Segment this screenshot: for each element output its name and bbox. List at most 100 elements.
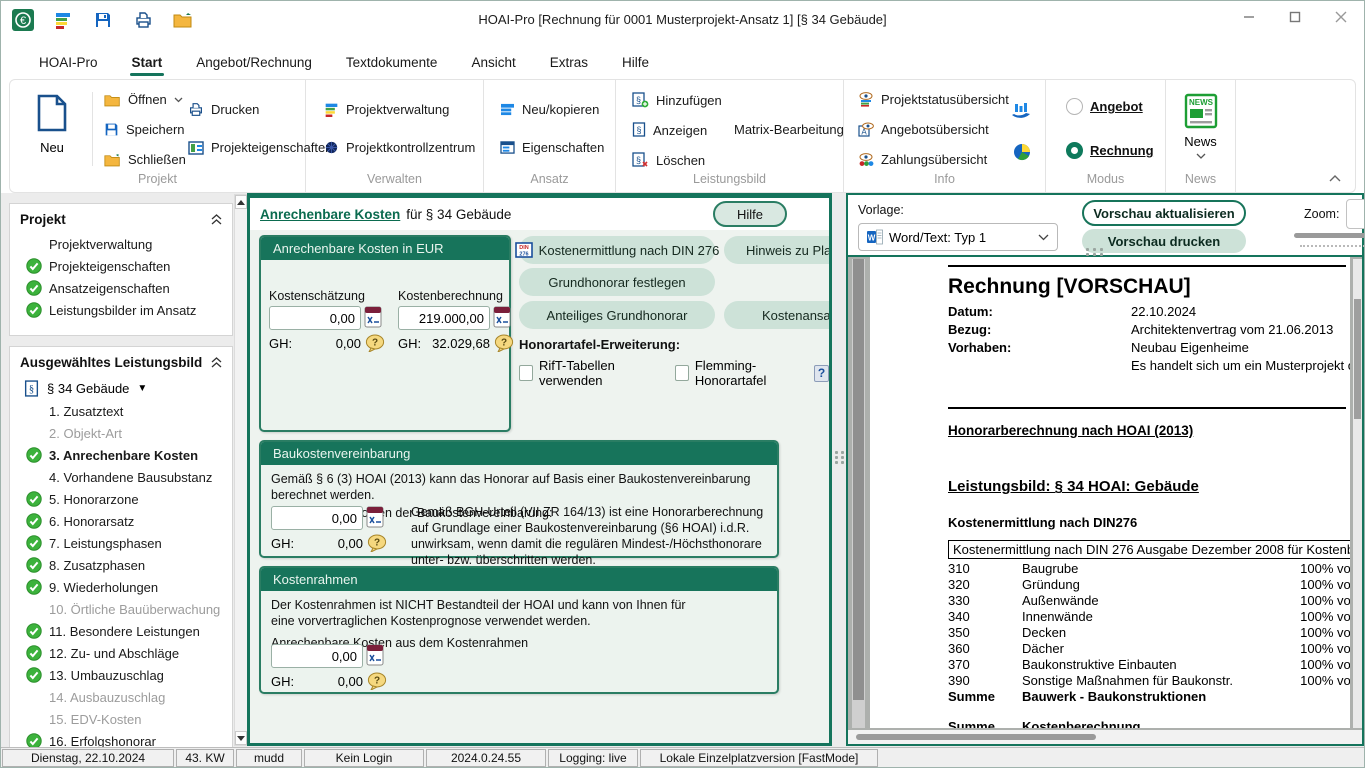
sidebar-item[interactable]: 7. Leistungsphasen — [10, 532, 232, 554]
sidebar-item[interactable]: Projektverwaltung — [10, 233, 232, 255]
calculator-icon[interactable] — [366, 506, 384, 528]
app-logo-euro-icon[interactable]: € — [11, 8, 35, 32]
main-header: Anrechenbare Kosten für § 34 Gebäude Hil… — [250, 198, 829, 230]
sidebar-item[interactable]: 8. Zusatzphasen — [10, 554, 232, 576]
new-copy-button[interactable]: Neu/kopieren — [500, 102, 599, 117]
sidebar-item[interactable]: 2. Objekt-Art — [10, 422, 232, 444]
toolbar-grip[interactable] — [1086, 248, 1105, 256]
pie-chart-icon[interactable] — [1012, 142, 1032, 162]
menu-item[interactable]: Ansicht — [457, 49, 529, 79]
grundhonorar-festlegen-button[interactable]: Grundhonorar festlegen — [519, 268, 715, 296]
ribbon-collapse-button[interactable] — [1329, 175, 1341, 182]
leistungsbild-panel-header[interactable]: Ausgewähltes Leistungsbild — [10, 347, 232, 376]
sidebar-item[interactable]: Ansatzeigenschaften — [10, 277, 232, 299]
calculator-icon[interactable] — [366, 644, 384, 666]
new-project-button[interactable]: Neu — [24, 94, 80, 155]
sidebar-item[interactable]: 12. Zu- und Abschläge — [10, 642, 232, 664]
print-button[interactable]: Drucken — [188, 102, 259, 117]
preview-vertical-scrollbar-right[interactable] — [1353, 259, 1362, 728]
bkv-input[interactable] — [271, 506, 363, 530]
print-preview-button[interactable]: Vorschau drucken — [1082, 229, 1246, 253]
sidebar-item[interactable]: 3. Anrechenbare Kosten — [10, 444, 232, 466]
sidebar-item[interactable]: 1. Zusatztext — [10, 400, 232, 422]
menu-item[interactable]: Extras — [536, 49, 602, 79]
sidebar-item[interactable]: 11. Besondere Leistungen — [10, 620, 232, 642]
menu-item[interactable]: Textdokumente — [332, 49, 452, 79]
rift-checkbox[interactable] — [519, 365, 533, 381]
collapse-double-chevron-icon[interactable] — [211, 214, 222, 225]
open-folder-icon[interactable] — [171, 8, 195, 32]
refresh-preview-button[interactable]: Vorschau aktualisieren — [1082, 200, 1246, 226]
save-icon[interactable] — [91, 8, 115, 32]
leistungsbild-root[interactable]: § § 34 Gebäude ▼ — [10, 376, 232, 400]
flemming-checkbox[interactable] — [674, 365, 689, 381]
menu-item[interactable]: Start — [118, 49, 177, 79]
payments-overview-button[interactable]: Zahlungsübersicht — [858, 152, 987, 167]
din276-button[interactable]: DIN 276 Kostenermittlung nach DIN 276 — [514, 236, 719, 264]
project-list-icon[interactable] — [51, 8, 75, 32]
kostenrahmen-input[interactable] — [271, 644, 363, 668]
panel-splitter[interactable] — [832, 193, 846, 746]
menu-item[interactable]: Hilfe — [608, 49, 663, 79]
calculator-icon[interactable] — [493, 306, 511, 328]
sidebar-scrollbar[interactable] — [234, 194, 248, 746]
sidebar-item[interactable]: Leistungsbilder im Ansatz — [10, 299, 232, 321]
question-balloon-icon[interactable]: ? — [367, 672, 387, 690]
chart-hand-icon[interactable] — [1010, 102, 1032, 120]
control-center-button[interactable]: Projektkontrollzentrum — [324, 140, 475, 155]
kostenansatz-button[interactable]: Kostenansatzbeze — [724, 301, 829, 329]
sidebar-item[interactable]: 10. Örtliche Bauüberwachung — [10, 598, 232, 620]
sidebar-item[interactable]: 13. Umbauzuschlag — [10, 664, 232, 686]
delete-leistungsbild-button[interactable]: § Löschen — [632, 152, 705, 168]
projekt-panel-header[interactable]: Projekt — [10, 204, 232, 233]
help-button[interactable]: Hilfe — [713, 201, 787, 227]
project-status-overview-button[interactable]: Projektstatusübersicht — [858, 92, 1009, 107]
scroll-down-icon[interactable] — [235, 731, 247, 745]
hinweis-planungs-button[interactable]: Hinweis zu Planungs — [724, 236, 829, 264]
preview-vertical-scrollbar-left[interactable] — [852, 259, 865, 728]
mode-angebot-radio[interactable]: Angebot — [1066, 98, 1143, 115]
preview-horizontal-scrollbar[interactable] — [848, 730, 1362, 744]
sidebar-item[interactable]: 4. Vorhandene Bausubstanz — [10, 466, 232, 488]
close-button[interactable] — [1318, 1, 1364, 33]
show-leistungsbild-button[interactable]: § Anzeigen — [632, 122, 707, 138]
news-button[interactable]: NEWS News — [1166, 92, 1235, 159]
splitter-grip[interactable] — [835, 451, 845, 464]
caret-down-icon[interactable]: ▼ — [137, 383, 147, 394]
zoom-input[interactable] — [1346, 199, 1364, 229]
ansatz-properties-button[interactable]: Eigenschaften — [500, 140, 604, 155]
check-icon — [26, 667, 42, 683]
maximize-button[interactable] — [1272, 1, 1318, 33]
sidebar-item[interactable]: 14. Ausbauzuschlag — [10, 686, 232, 708]
sidebar-item[interactable]: 16. Erfolgshonorar — [10, 730, 232, 747]
open-button[interactable]: Öffnen — [104, 92, 183, 107]
calculator-icon[interactable] — [364, 306, 382, 328]
kostenberechnung-input[interactable] — [398, 306, 490, 330]
close-project-button[interactable]: Schließen — [104, 152, 186, 167]
question-balloon-icon[interactable]: ? — [367, 534, 387, 552]
help-question-icon[interactable]: ? — [814, 364, 829, 382]
zoom-slider[interactable] — [1294, 233, 1364, 238]
matrix-edit-button[interactable]: Matrix-Bearbeitung — [734, 122, 844, 137]
add-leistungsbild-button[interactable]: § Hinzufügen — [632, 92, 722, 108]
print-icon[interactable] — [131, 8, 155, 32]
sidebar-item[interactable]: 15. EDV-Kosten — [10, 708, 232, 730]
question-balloon-icon[interactable]: ? — [365, 334, 385, 352]
sidebar-item[interactable]: 6. Honorarsatz — [10, 510, 232, 532]
sidebar-item[interactable]: 9. Wiederholungen — [10, 576, 232, 598]
minimize-button[interactable] — [1226, 1, 1272, 33]
question-balloon-icon[interactable]: ? — [494, 334, 514, 352]
collapse-double-chevron-icon[interactable] — [211, 357, 222, 368]
project-management-button[interactable]: Projektverwaltung — [324, 102, 449, 117]
menu-item[interactable]: HOAI-Pro — [25, 49, 112, 79]
mode-rechnung-radio[interactable]: Rechnung — [1066, 142, 1154, 159]
sidebar-item[interactable]: 5. Honorarzone — [10, 488, 232, 510]
kostenschaetzung-input[interactable] — [269, 306, 361, 330]
scroll-up-icon[interactable] — [235, 195, 247, 209]
offers-overview-button[interactable]: A Angebotsübersicht — [858, 122, 989, 137]
save-button[interactable]: Speichern — [104, 122, 185, 137]
sidebar-item[interactable]: Projekteigenschaften — [10, 255, 232, 277]
menu-item[interactable]: Angebot/Rechnung — [182, 49, 326, 79]
anteiliges-grundhonorar-button[interactable]: Anteiliges Grundhonorar — [519, 301, 715, 329]
template-dropdown[interactable]: W Word/Text: Typ 1 — [858, 223, 1058, 251]
